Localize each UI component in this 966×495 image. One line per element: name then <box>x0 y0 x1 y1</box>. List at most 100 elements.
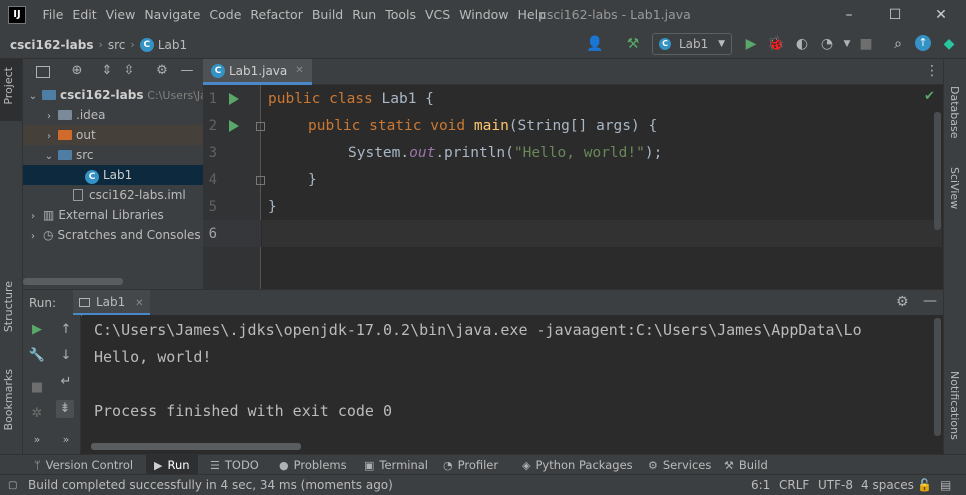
menu-tools[interactable]: Tools <box>381 0 421 30</box>
hide-panel-icon[interactable]: — <box>179 63 195 79</box>
tree-item-src[interactable]: ⌄ src <box>23 145 203 165</box>
tool-tab-label: Build <box>738 458 768 472</box>
run-gutter-icon[interactable] <box>229 120 239 132</box>
hide-panel-icon[interactable]: — <box>923 293 937 309</box>
more-icon[interactable]: » <box>57 431 75 449</box>
file-encoding[interactable]: UTF-8 <box>818 475 853 495</box>
tool-tab-services[interactable]: ⚙ Services <box>648 455 711 475</box>
tool-tab-version-control[interactable]: ᛘ Version Control <box>34 455 133 475</box>
minimize-button[interactable]: – <box>826 0 872 30</box>
indent-setting[interactable]: 4 spaces <box>861 475 914 495</box>
menu-file[interactable]: File <box>38 0 68 30</box>
memory-indicator-icon[interactable]: ▤ <box>940 475 951 495</box>
line-separator[interactable]: CRLF <box>779 475 809 495</box>
close-icon[interactable]: ✕ <box>135 298 143 309</box>
stop-icon[interactable]: ■ <box>857 35 875 53</box>
tab-database[interactable]: Database <box>948 86 961 139</box>
tree-item-external-libraries[interactable]: › ▥ External Libraries <box>23 205 203 225</box>
profile-icon[interactable]: ◔ <box>818 35 836 53</box>
lock-icon[interactable]: 🔓 <box>917 475 932 495</box>
run-configuration-select[interactable]: C Lab1 ▼ <box>652 33 732 55</box>
coverage-icon[interactable]: ◐ <box>793 35 811 53</box>
debug-icon[interactable]: 🐞 <box>767 35 785 53</box>
more-tabs-icon[interactable]: ⋮ <box>925 63 939 79</box>
menu-navigate[interactable]: Navigate <box>140 0 205 30</box>
menu-view[interactable]: View <box>101 0 140 30</box>
soft-wrap-icon[interactable]: ↵ <box>57 373 75 391</box>
update-icon[interactable]: ↑ <box>915 35 931 51</box>
tool-tab-run[interactable]: ▶ Run <box>146 455 198 475</box>
tab-sciview[interactable]: SciView <box>948 167 961 209</box>
tree-item-iml[interactable]: csci162-labs.iml <box>23 185 203 205</box>
caret-position[interactable]: 6:1 <box>751 475 770 495</box>
menu-edit[interactable]: Edit <box>68 0 101 30</box>
terminal-icon: ▣ <box>364 459 375 472</box>
build-hammer-icon[interactable]: ⚒ <box>624 35 642 53</box>
collapse-all-icon[interactable]: ⇳ <box>121 63 137 79</box>
panel-layout-icon[interactable] <box>36 66 50 78</box>
tab-bookmarks[interactable]: Bookmarks <box>2 369 15 430</box>
window-title: csci162-labs - Lab1.java <box>540 7 691 22</box>
tab-notifications[interactable]: Notifications <box>948 371 961 440</box>
code-line-5: } <box>268 199 277 215</box>
status-message[interactable]: Build completed successfully in 4 sec, 3… <box>28 475 393 495</box>
settings-disabled-icon[interactable]: ✲ <box>28 405 46 423</box>
tree-item-lab1[interactable]: C Lab1 <box>23 165 203 185</box>
menu-refactor[interactable]: Refactor <box>246 0 307 30</box>
horizontal-scrollbar[interactable] <box>23 278 123 285</box>
scroll-to-end-icon[interactable]: ⇟ <box>56 400 74 418</box>
maximize-button[interactable]: ☐ <box>872 0 918 30</box>
tool-tab-problems[interactable]: ● Problems <box>279 455 347 475</box>
fold-icon[interactable] <box>256 122 265 131</box>
menu-build[interactable]: Build <box>307 0 347 30</box>
fold-icon[interactable] <box>256 176 265 185</box>
vertical-scrollbar[interactable] <box>934 318 941 436</box>
intellij-logo-icon: IJ <box>8 6 26 24</box>
tab-structure[interactable]: Structure <box>2 281 15 332</box>
user-icon[interactable]: 👤 <box>586 35 604 53</box>
tree-item-scratches[interactable]: › ◷ Scratches and Consoles <box>23 225 203 245</box>
expand-all-icon[interactable]: ⇕ <box>99 63 115 79</box>
search-icon[interactable]: ⌕ <box>889 35 907 53</box>
excluded-folder-icon <box>58 130 72 140</box>
tool-tab-terminal[interactable]: ▣ Terminal <box>364 455 428 475</box>
tool-tab-python-packages[interactable]: ◈ Python Packages <box>522 455 633 475</box>
stop-icon[interactable]: ■ <box>28 379 46 397</box>
tab-project[interactable]: Project <box>2 67 15 105</box>
tool-tab-profiler[interactable]: ◔ Profiler <box>443 455 498 475</box>
tree-item-idea[interactable]: › .idea <box>23 105 203 125</box>
status-panel-icon[interactable]: ▢ <box>8 475 17 495</box>
run-icon[interactable]: ▶ <box>742 35 760 53</box>
rerun-icon[interactable]: ▶ <box>28 321 46 339</box>
menu-run[interactable]: Run <box>348 0 381 30</box>
editor-tab-bar <box>203 59 943 85</box>
breadcrumb-lab1[interactable]: Lab1 <box>158 38 187 52</box>
close-icon[interactable]: ✕ <box>295 65 303 76</box>
breadcrumb-src[interactable]: src <box>108 38 126 52</box>
tool-tab-build[interactable]: ⚒ Build <box>724 455 768 475</box>
more-icon[interactable]: » <box>28 431 46 449</box>
run-gutter-icon[interactable] <box>229 93 239 105</box>
horizontal-scrollbar[interactable] <box>91 443 301 450</box>
breadcrumb-project[interactable]: csci162-labs <box>10 38 93 52</box>
jetbrains-toolbox-icon[interactable]: ◆ <box>940 35 958 53</box>
gear-icon[interactable]: ⚙ <box>154 63 170 79</box>
gear-icon[interactable]: ⚙ <box>896 294 909 310</box>
arrow-down-icon[interactable]: ↓ <box>57 347 75 365</box>
menu-window[interactable]: Window <box>455 0 513 30</box>
tree-item-out[interactable]: › out <box>23 125 203 145</box>
tool-tab-todo[interactable]: ☰ TODO <box>210 455 259 475</box>
chevron-down-icon[interactable]: ▼ <box>838 35 856 53</box>
close-window-button[interactable]: ✕ <box>918 0 964 30</box>
tree-root[interactable]: ⌄ csci162-labs C:\Users\Jar <box>23 85 212 105</box>
menu-code[interactable]: Code <box>205 0 246 30</box>
editor-tab-lab1[interactable]: C Lab1.java ✕ <box>203 59 312 85</box>
wrench-icon[interactable]: 🔧 <box>28 347 46 365</box>
branch-icon: ᛘ <box>34 459 41 472</box>
code-token: out <box>409 145 436 161</box>
vertical-scrollbar[interactable] <box>934 112 941 230</box>
run-tab-lab1[interactable]: Lab1 ✕ <box>73 290 150 316</box>
menu-vcs[interactable]: VCS <box>421 0 455 30</box>
locate-file-icon[interactable]: ⊕ <box>69 63 85 79</box>
arrow-up-icon[interactable]: ↑ <box>57 321 75 339</box>
